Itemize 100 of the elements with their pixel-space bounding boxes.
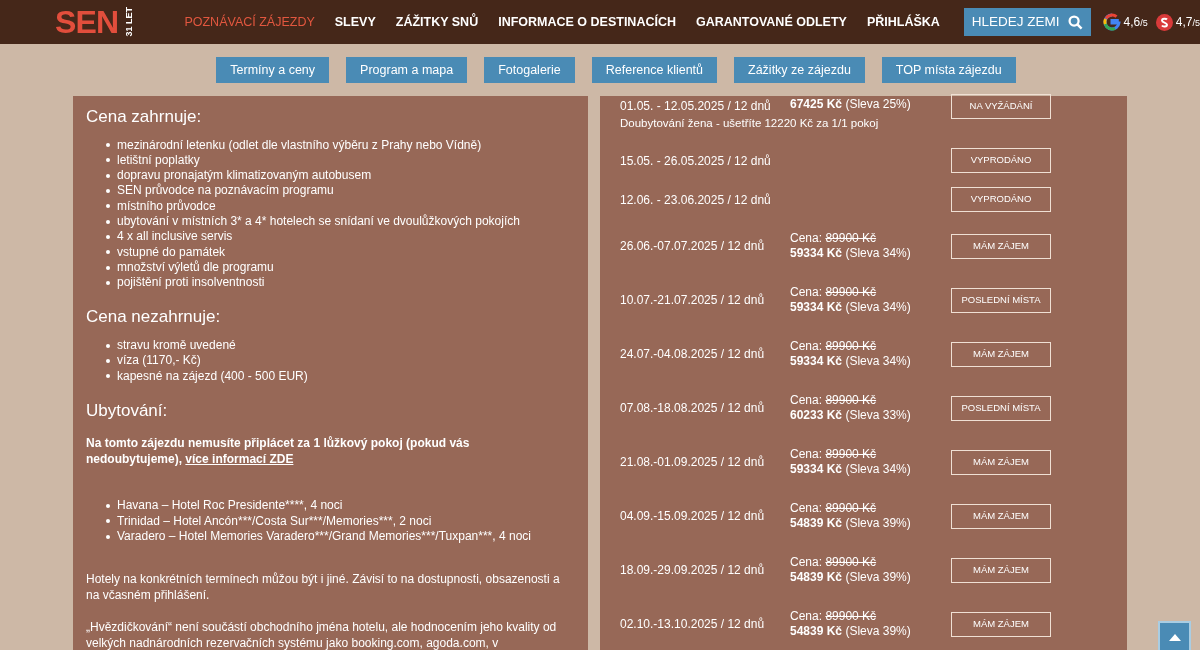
term-dates: 02.10.-13.10.2025 / 12 dnů (620, 616, 766, 633)
status-button[interactable]: VYPRODÁNO (951, 187, 1051, 212)
section-heading: Cena nezahrnuje: (86, 306, 222, 329)
list-item: místního průvodce (117, 198, 216, 214)
logo-icon (1155, 13, 1173, 31)
list-item: množství výletů dle programu (117, 259, 274, 276)
list-item: SEN průvodce na poznávacím programu (117, 183, 334, 199)
bullet-icon (106, 280, 110, 285)
section-tab[interactable]: Reference klientů (591, 57, 717, 83)
list-item: víza (1170,- Kč) (117, 353, 201, 369)
nav-link[interactable]: ZÁŽITKY SNŮ (395, 12, 479, 32)
status-button[interactable]: POSLEDNÍ MÍSTA (951, 287, 1051, 313)
status-button[interactable]: MÁM ZÁJEM (951, 503, 1051, 529)
bullet-icon (106, 158, 110, 163)
status-button[interactable]: MÁM ZÁJEM (951, 611, 1051, 637)
status-button[interactable]: POSLEDNÍ MÍSTA (951, 395, 1051, 421)
status-button[interactable]: MÁM ZÁJEM (951, 557, 1051, 583)
original-price: Cena: 89900 Kč (790, 339, 878, 354)
search-button[interactable]: HLEDEJ ZEMI (963, 8, 1091, 36)
list-item: Varadero – Hotel Memories Varadero***/Grand Memories***/Tuxpan***, 4 noci (117, 528, 531, 545)
bullet-icon (106, 219, 110, 224)
status-button[interactable]: NA VYŽÁDÁNÍ (951, 94, 1051, 119)
discounted-price: 59334 Kč (Sleva 34%) (790, 354, 911, 369)
term-dates: 21.08.-01.09.2025 / 12 dnů (620, 454, 766, 471)
list-item: Havana – Hotel Roc Presidente****, 4 noci (117, 498, 343, 514)
original-price: Cena: 89900 Kč (790, 231, 878, 246)
bullet-icon (106, 343, 110, 348)
info-link[interactable]: více informací ZDE (185, 452, 294, 467)
nav-link[interactable]: PŘIHLÁŠKA (866, 12, 940, 32)
bullet-icon (106, 250, 110, 255)
bullet-icon (106, 358, 110, 363)
list-item: 4 x all inclusive servis (117, 229, 233, 245)
term-dates: 01.05. - 12.05.2025 / 12 dnů (620, 98, 772, 115)
list-item: ubytování v místních 3* a 4* hotelech se snídaní ve dvoulůžkových pokojích (117, 214, 520, 230)
bullet-icon (106, 534, 110, 539)
section-tab[interactable]: Program a mapa (346, 57, 468, 83)
term-dates: 15.05. - 26.05.2025 / 12 dnů (620, 152, 772, 170)
logo[interactable]: SEN (55, 6, 119, 38)
list-item: dopravu pronajatým klimatizovaným autobusem (117, 168, 372, 183)
original-price: Cena: 89900 Kč (790, 501, 878, 516)
bullet-icon (106, 173, 110, 178)
nav-link[interactable]: INFORMACE O DESTINACÍCH (498, 12, 676, 32)
term-dates: 10.07.-21.07.2025 / 12 dnů (620, 292, 766, 309)
discounted-price: 54839 Kč (Sleva 39%) (790, 516, 911, 531)
section-tab[interactable]: Zážitky ze zájezdu (734, 57, 865, 83)
discounted-price: 59334 Kč (Sleva 34%) (790, 246, 911, 261)
list-item: pojištění proti insolventnosti (117, 275, 265, 291)
search-icon (1067, 14, 1083, 30)
google-icon (1102, 13, 1121, 31)
list-item: kapesné na zájezd (400 - 500 EUR) (117, 368, 308, 384)
caret-up-icon (1168, 634, 1181, 641)
term-dates: 26.06.-07.07.2025 / 12 dnů (620, 238, 766, 255)
discounted-price: 67425 Kč (Sleva 25%) (790, 97, 911, 112)
discounted-price: 59334 Kč (Sleva 34%) (790, 462, 911, 477)
status-button[interactable]: MÁM ZÁJEM (951, 233, 1051, 259)
status-button[interactable]: MÁM ZÁJEM (951, 341, 1051, 367)
list-item: stravu kromě uvedené (117, 337, 236, 354)
info-paragraph: Na tomto zájezdu nemusíte připlácet za 1 lůžkový pokoj (pokud vás nedoubytujeme), více informací ZDE (86, 435, 471, 468)
bullet-icon (106, 234, 110, 239)
status-button[interactable]: VYPRODÁNO (951, 148, 1051, 173)
list-item: Trinidad – Hotel Ancón***/Costa Sur***/Memories***, 2 noci (117, 513, 432, 529)
nav-link[interactable]: GARANTOVANÉ ODLETY (695, 12, 847, 32)
rating-value: 4,7/5 (1175, 14, 1200, 31)
list-item: letištní poplatky (117, 152, 200, 169)
original-price: Cena: 89900 Kč (790, 447, 878, 462)
list-item: vstupné do památek (117, 244, 226, 260)
discounted-price: 60233 Kč (Sleva 33%) (790, 408, 911, 423)
term-dates: 18.09.-29.09.2025 / 12 dnů (620, 562, 766, 579)
info-paragraph: Hotely na konkrétních termínech můžou být i jiné. Závisí to na dostupnosti, obsazenosti a na včasném přihlášení. (86, 571, 561, 604)
discounted-price: 54839 Kč (Sleva 39%) (790, 570, 911, 585)
original-price: Cena: 89900 Kč (790, 285, 878, 300)
nav-link[interactable]: POZNÁVACÍ ZÁJEZDY (184, 12, 315, 32)
term-dates: 12.06. - 23.06.2025 / 12 dnů (620, 191, 772, 209)
rating-value: 4,6/5 (1123, 14, 1148, 31)
original-price: Cena: 89900 Kč (790, 609, 878, 624)
section-tab[interactable]: Termíny a ceny (216, 57, 330, 83)
scroll-top-button[interactable] (1158, 621, 1191, 650)
original-price: Cena: 89900 Kč (790, 393, 878, 408)
nav-link[interactable]: SLEVY (334, 12, 376, 32)
status-button[interactable]: MÁM ZÁJEM (951, 449, 1051, 475)
bullet-icon (106, 143, 110, 148)
discounted-price: 54839 Kč (Sleva 39%) (790, 624, 911, 639)
section-heading: Ubytování: (86, 399, 169, 422)
bullet-icon (106, 189, 110, 194)
term-dates: 07.08.-18.08.2025 / 12 dnů (620, 400, 766, 417)
original-price: Cena: 89900 Kč (790, 555, 878, 570)
discounted-price: 59334 Kč (Sleva 34%) (790, 300, 911, 315)
bullet-icon (106, 519, 110, 524)
bullet-icon (106, 504, 110, 508)
list-item: mezinárodní letenku (odlet dle vlastního výběru z Prahy nebo Vídně) (117, 137, 482, 153)
section-tab[interactable]: TOP místa zájezdu (881, 57, 1016, 83)
info-paragraph: „Hvězdičkování“ není součástí obchodního jména hotelu, ale hodnocením jeho kvality od velkých nadnárodních rezervačních systému jako booking.com, agoda.com, v (86, 619, 558, 650)
section-tab[interactable]: Fotogalerie (484, 57, 575, 83)
term-note: Doubytování žena - ušetříte 12220 Kč za 1/1 pokoj (620, 116, 880, 131)
bullet-icon (106, 265, 110, 270)
section-heading: Cena zahrnuje: (86, 106, 203, 128)
bullet-icon (106, 204, 110, 209)
logo-subtitle: 31 LET (124, 7, 135, 37)
bullet-icon (106, 374, 110, 379)
term-dates: 04.09.-15.09.2025 / 12 dnů (620, 508, 766, 525)
